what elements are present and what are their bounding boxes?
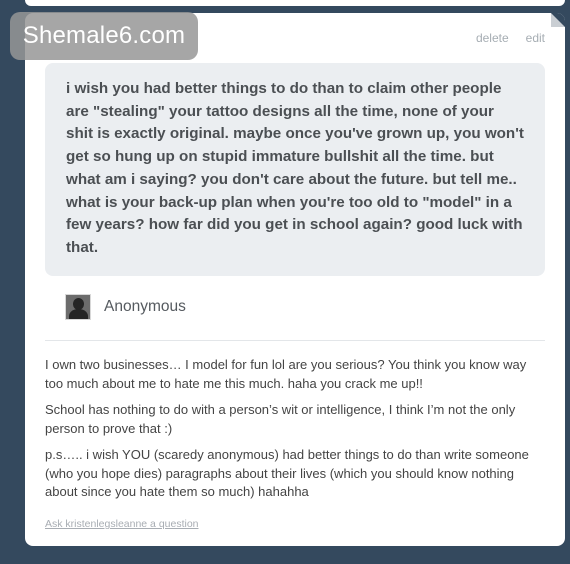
delete-button[interactable]: delete — [476, 31, 509, 45]
anonymous-avatar-icon — [65, 294, 91, 320]
answer-paragraph: I own two businesses… I model for fun lo… — [45, 357, 527, 391]
answer-paragraph: School has nothing to do with a person’s… — [45, 402, 516, 436]
answer-body: I own two businesses… I model for fun lo… — [45, 356, 545, 510]
question-bubble: i wish you had better things to do than … — [45, 63, 545, 276]
ask-question-link[interactable]: Ask kristenlegsleanne a question — [45, 518, 199, 530]
edit-button[interactable]: edit — [526, 31, 545, 45]
asker-name: Anonymous — [104, 298, 186, 315]
post-corner-fold — [551, 13, 565, 27]
post-controls: delete edit — [476, 31, 545, 45]
watermark: Shemale6.com — [10, 12, 198, 60]
divider — [45, 340, 545, 341]
previous-post-edge — [25, 0, 565, 6]
answer-paragraph: p.s….. i wish YOU (scaredy anonymous) ha… — [45, 447, 529, 499]
ask-post-card: delete edit i wish you had better things… — [25, 13, 565, 546]
asker-info: Anonymous — [65, 294, 186, 320]
question-text: i wish you had better things to do than … — [66, 80, 524, 256]
